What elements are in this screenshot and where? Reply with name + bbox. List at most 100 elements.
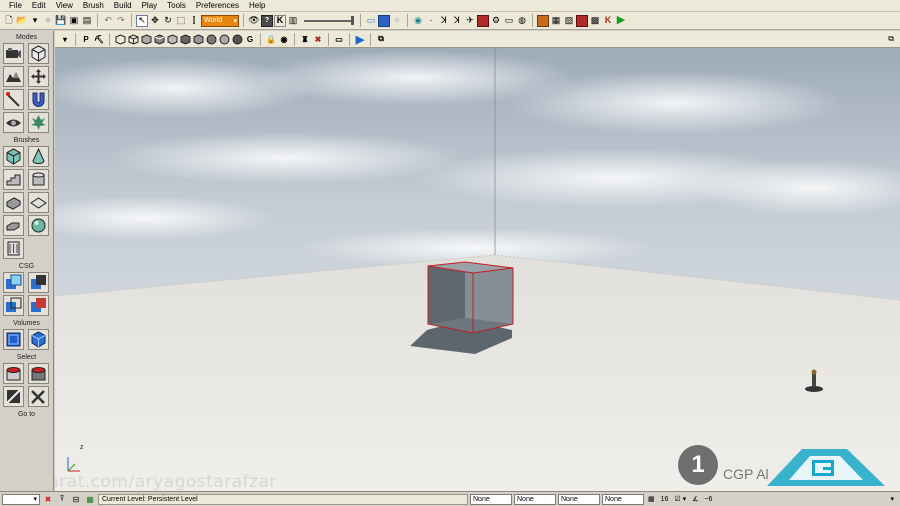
menu-brush[interactable]: Brush <box>78 0 109 12</box>
actor-lock-icon[interactable]: ♜ <box>299 33 311 45</box>
rotation-snap-value[interactable]: ~6 <box>702 494 714 505</box>
drag-grid-slider[interactable] <box>304 15 354 25</box>
level-icon[interactable]: ▦ <box>84 494 96 505</box>
select-mode-icon[interactable]: ↖ <box>136 14 148 27</box>
foliage-mode-button[interactable] <box>28 112 49 133</box>
geometry-mode-button[interactable] <box>28 43 49 64</box>
build-lighting-icon[interactable]: ꓘ <box>451 15 463 27</box>
slider-knob[interactable] <box>351 15 354 25</box>
undo-icon[interactable]: ↶ <box>102 15 114 27</box>
menu-tools[interactable]: Tools <box>162 0 191 12</box>
texture-density-icon[interactable] <box>205 33 217 45</box>
build-cover-icon[interactable] <box>477 14 489 27</box>
ue-logo-icon[interactable]: K <box>602 15 614 27</box>
open-map-icon[interactable]: 📂 <box>16 15 28 27</box>
realtime-icon[interactable]: ⛏ <box>93 33 105 45</box>
add-volume-button[interactable] <box>3 329 24 350</box>
camera-icon[interactable]: ◍ <box>516 15 528 27</box>
move-mode-button[interactable] <box>28 66 49 87</box>
cube-brush[interactable] <box>427 261 514 334</box>
pin-icon[interactable]: ✖ <box>312 33 324 45</box>
build-paths-icon[interactable]: ✈ <box>464 15 476 27</box>
nonuniform-scale-icon[interactable]: ⫿ <box>188 15 200 27</box>
translate-mode-icon[interactable]: ✥ <box>149 15 161 27</box>
brush-wireframe-icon[interactable] <box>114 33 126 45</box>
save-icon[interactable]: 💾 <box>55 15 67 27</box>
menu-edit[interactable]: Edit <box>27 0 51 12</box>
filter-icon[interactable]: ⍒ <box>56 494 68 505</box>
invert-selection-button[interactable] <box>3 386 24 407</box>
coord-system-dropdown[interactable]: World ▾ <box>201 14 239 27</box>
unlit-icon[interactable] <box>140 33 152 45</box>
perspective-toggle[interactable]: P <box>80 33 92 45</box>
texture-align-button[interactable] <box>3 89 24 110</box>
scale-snap-dropdown[interactable]: ▾ <box>888 494 896 505</box>
play-in-viewport-icon[interactable]: ▶ <box>354 33 366 46</box>
redo-icon[interactable]: ↷ <box>115 15 127 27</box>
eye-icon[interactable]: ◉ <box>278 33 290 45</box>
play-icon[interactable]: ▶ <box>615 15 627 27</box>
menu-help[interactable]: Help <box>244 0 270 12</box>
red-x-icon[interactable]: ✖ <box>42 494 54 505</box>
volumetric-brush-button[interactable] <box>3 238 24 259</box>
dot-icon[interactable]: · <box>425 15 437 27</box>
matinee-icon[interactable]: ▥ <box>287 15 299 27</box>
csg-add-button[interactable] <box>3 272 24 293</box>
volume-list-button[interactable] <box>28 329 49 350</box>
viewport-options-icon[interactable]: ▾ <box>59 33 71 45</box>
menu-preferences[interactable]: Preferences <box>191 0 244 12</box>
csg-deintersect-button[interactable] <box>28 295 49 316</box>
show-selected-button[interactable] <box>3 363 24 384</box>
menu-file[interactable]: File <box>4 0 27 12</box>
lighting-only-icon[interactable] <box>179 33 191 45</box>
menu-build[interactable]: Build <box>109 0 137 12</box>
binoculars-icon[interactable]: 👁 <box>248 15 260 27</box>
save-all-icon[interactable]: ▣ <box>68 15 80 27</box>
goto-dropdown[interactable]: ▾ <box>2 493 40 505</box>
lock-status-icon[interactable]: ⊟ <box>70 494 82 505</box>
kismet-icon[interactable]: K <box>274 14 286 27</box>
lock-icon[interactable]: 🔒 <box>265 33 277 45</box>
terrain-mode-button[interactable] <box>3 66 24 87</box>
actor-properties-icon[interactable]: ? <box>261 14 273 27</box>
grid-snap-toggle[interactable]: ▦ <box>646 494 657 505</box>
stairs-brush-button[interactable] <box>3 169 24 190</box>
game-view-toggle[interactable]: G <box>244 33 256 45</box>
star-icon[interactable]: ★ <box>391 15 403 27</box>
build-all-icon[interactable]: ⚙ <box>490 15 502 27</box>
csg-intersect-button[interactable] <box>3 295 24 316</box>
maximize-viewport-icon[interactable]: ⧉ <box>888 34 894 44</box>
cube-brush-button[interactable] <box>3 146 24 167</box>
lit-icon[interactable] <box>153 33 165 45</box>
rotate-mode-icon[interactable]: ↻ <box>162 15 174 27</box>
cone-brush-button[interactable] <box>28 146 49 167</box>
cylinder-brush-button[interactable] <box>28 169 49 190</box>
camera-mode-button[interactable] <box>3 43 24 64</box>
detail-lighting-icon[interactable] <box>166 33 178 45</box>
build-geometry-icon[interactable]: ꓘ <box>438 15 450 27</box>
scale-mode-icon[interactable]: ⬚ <box>175 15 187 27</box>
group-browser-icon[interactable]: ▩ <box>589 15 601 27</box>
globe-icon[interactable]: ◉ <box>412 15 424 27</box>
light-complexity-icon[interactable] <box>192 33 204 45</box>
lightmap-density-icon[interactable] <box>231 33 243 45</box>
csg-icon[interactable] <box>378 14 390 27</box>
rotation-snap-toggle[interactable]: ☑ ▾ <box>672 494 688 505</box>
wireframe-icon[interactable] <box>127 33 139 45</box>
grid-size-value[interactable]: 16 <box>659 494 671 505</box>
spiral-stairs-button[interactable] <box>3 215 24 236</box>
brush-icon[interactable]: ▭ <box>365 15 377 27</box>
sphere-brush-button[interactable] <box>28 215 49 236</box>
viewport-link-icon[interactable]: ⧉ <box>375 33 387 45</box>
mesh-paint-button[interactable] <box>28 89 49 110</box>
screenshot-icon[interactable]: ▭ <box>503 15 515 27</box>
menu-view[interactable]: View <box>51 0 78 12</box>
content-browser-icon[interactable] <box>537 14 549 27</box>
favorite-star-icon[interactable]: ★ <box>42 15 54 27</box>
new-map-icon[interactable]: 🗋 <box>3 15 15 27</box>
hide-selected-button[interactable] <box>28 363 49 384</box>
recent-dropdown-icon[interactable]: ▾ <box>29 15 41 27</box>
csg-subtract-button[interactable] <box>28 272 49 293</box>
sheet-brush-button[interactable] <box>28 192 49 213</box>
show-all-button[interactable] <box>28 386 49 407</box>
